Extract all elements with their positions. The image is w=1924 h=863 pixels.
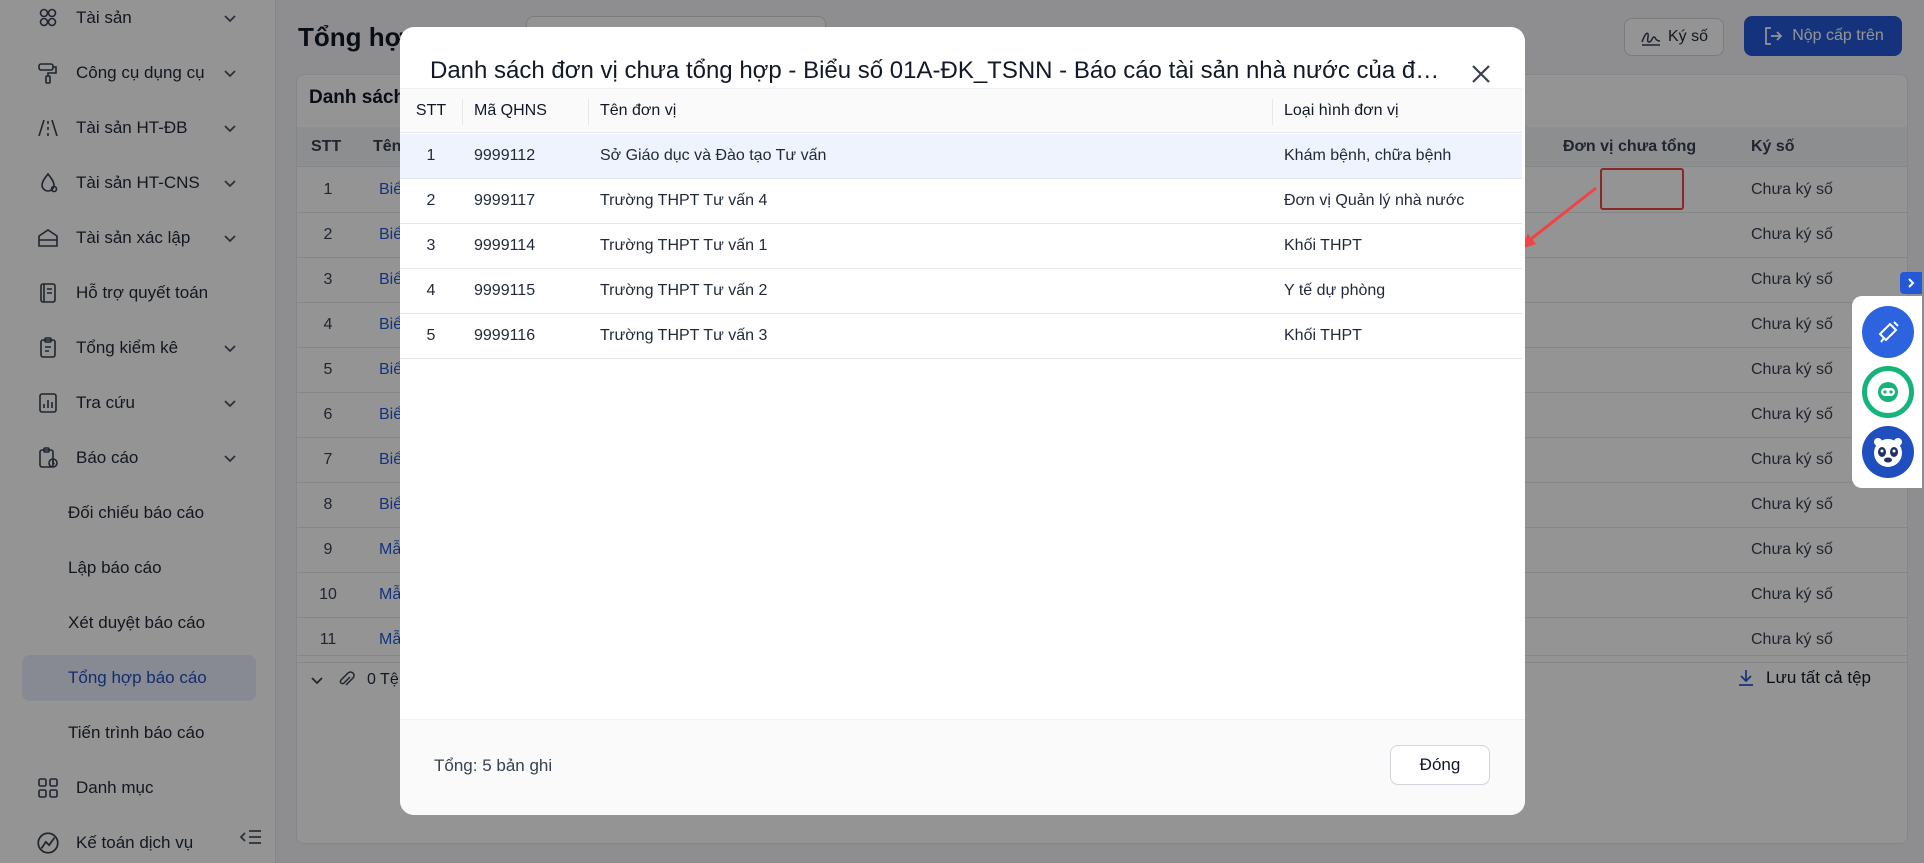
table-row[interactable]: 2 9999117 Trường THPT Tư vấn 4 Đơn vị Quản … xyxy=(400,179,1522,224)
cell-ma-qhns: 9999112 xyxy=(474,147,536,164)
cell-loai-hinh: Khối THPT xyxy=(1284,237,1362,254)
modal-footer: Tổng: 5 bản ghi Đóng xyxy=(400,719,1525,815)
unconsolidated-units-modal: Danh sách đơn vị chưa tổng hợp - Biểu số… xyxy=(400,27,1525,815)
cell-ma-qhns: 9999115 xyxy=(474,282,536,299)
column-divider xyxy=(1272,99,1273,125)
dong-button[interactable]: Đóng xyxy=(1390,745,1490,785)
megaphone-icon xyxy=(1878,321,1899,343)
table-row[interactable]: 1 9999112 Sở Giáo dục và Đào tạo Tư vấn Khá… xyxy=(400,134,1522,179)
cell-stt: 1 xyxy=(426,147,436,164)
announcement-button[interactable] xyxy=(1862,306,1914,358)
cell-stt: 2 xyxy=(426,192,436,209)
cell-ten-don-vi: Trường THPT Tư vấn 1 xyxy=(600,237,768,254)
cell-ma-qhns: 9999117 xyxy=(474,192,536,209)
expand-tools-button[interactable] xyxy=(1900,272,1922,294)
column-stt: STT xyxy=(415,102,447,119)
assistant-button[interactable] xyxy=(1862,426,1914,478)
cell-loai-hinh: Y tế dự phòng xyxy=(1284,282,1386,299)
cell-ten-don-vi: Sở Giáo dục và Đào tạo Tư vấn xyxy=(600,147,827,164)
column-divider xyxy=(588,99,589,125)
chevron-right-icon xyxy=(1908,278,1915,288)
cell-ma-qhns: 9999114 xyxy=(474,237,536,254)
chatbot-button[interactable] xyxy=(1862,366,1914,418)
column-ten-don-vi: Tên đơn vị xyxy=(600,102,677,119)
cell-loai-hinh: Đơn vị Quản lý nhà nước xyxy=(1284,192,1465,209)
column-divider xyxy=(462,99,463,125)
cell-ten-don-vi: Trường THPT Tư vấn 3 xyxy=(600,327,768,344)
cell-ten-don-vi: Trường THPT Tư vấn 4 xyxy=(600,192,768,209)
cell-ten-don-vi: Trường THPT Tư vấn 2 xyxy=(600,282,768,299)
cell-loai-hinh: Khối THPT xyxy=(1284,327,1362,344)
cell-ma-qhns: 9999116 xyxy=(474,327,536,344)
table-row[interactable]: 4 9999115 Trường THPT Tư vấn 2 Y tế dự phòn… xyxy=(400,269,1522,314)
cell-loai-hinh: Khám bệnh, chữa bệnh xyxy=(1284,147,1452,164)
close-button[interactable] xyxy=(1464,57,1498,91)
cell-stt: 4 xyxy=(426,282,436,299)
modal-table-header: STT Mã QHNS Tên đơn vị Loại hình đơn vị xyxy=(400,88,1522,133)
total-records: Tổng: 5 bản ghi xyxy=(434,756,553,775)
close-icon xyxy=(1472,65,1490,83)
mascot-icon xyxy=(1874,438,1902,467)
floating-toolbar xyxy=(1852,296,1922,488)
chatbot-icon xyxy=(1878,382,1898,402)
column-loai-hinh: Loại hình đơn vị xyxy=(1284,102,1399,119)
column-ma-qhns: Mã QHNS xyxy=(474,102,547,119)
modal-title: Danh sách đơn vị chưa tổng hợp - Biểu số… xyxy=(430,57,1450,84)
cell-stt: 5 xyxy=(426,327,436,344)
table-row[interactable]: 3 9999114 Trường THPT Tư vấn 1 Khối THPT xyxy=(400,224,1522,269)
table-row[interactable]: 5 9999116 Trường THPT Tư vấn 3 Khối THPT xyxy=(400,314,1522,359)
cell-stt: 3 xyxy=(426,237,436,254)
